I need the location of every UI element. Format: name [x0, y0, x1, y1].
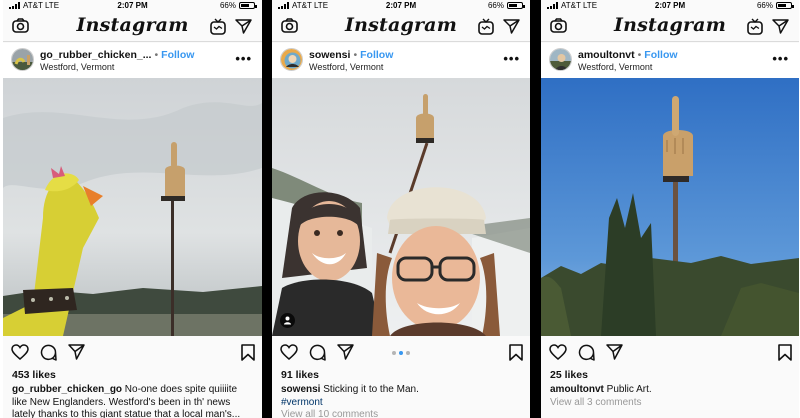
- carousel-dot: [392, 351, 396, 355]
- status-bar: AT&T LTE 2:07 PM 66%: [541, 0, 799, 11]
- location-link[interactable]: Westford, Vermont: [40, 62, 114, 72]
- comment-icon[interactable]: [40, 344, 57, 361]
- location-link[interactable]: Westford, Vermont: [578, 62, 652, 72]
- igtv-icon[interactable]: [210, 18, 226, 35]
- battery-icon: [239, 2, 257, 9]
- battery-percent: 66%: [219, 1, 236, 10]
- post-actions: [3, 338, 262, 368]
- caption-username[interactable]: sowensi: [281, 384, 320, 395]
- caption-username[interactable]: amoultonvt: [550, 384, 604, 395]
- more-options-icon[interactable]: •••: [235, 51, 252, 66]
- likes-count[interactable]: 25 likes: [550, 369, 588, 381]
- caption-text: Public Art.: [603, 384, 652, 395]
- likes-count[interactable]: 453 likes: [12, 369, 56, 381]
- battery-percent: 66%: [756, 1, 773, 10]
- username-line: go_rubber_chicken_... • Follow: [40, 49, 194, 61]
- direct-message-icon[interactable]: [772, 18, 789, 34]
- follow-button[interactable]: Follow: [644, 49, 677, 61]
- igtv-icon[interactable]: [478, 18, 494, 35]
- status-bar: AT&T LTE 2:07 PM 66%: [3, 0, 262, 11]
- carousel-indicator: [272, 351, 530, 355]
- divider: [530, 0, 541, 418]
- separator-dot: •: [637, 49, 642, 61]
- post-photo[interactable]: [541, 78, 799, 336]
- post-header: go_rubber_chicken_... • Follow Westford, V…: [3, 43, 262, 78]
- post-caption: amoultonvt Public Art. View all 3 commen…: [550, 384, 791, 409]
- status-bar: AT&T LTE 2:07 PM 66%: [272, 0, 530, 11]
- username-link[interactable]: go_rubber_chicken_...: [40, 49, 151, 61]
- top-nav-bar: Instagram: [272, 11, 530, 42]
- carousel-dot: [399, 351, 403, 355]
- top-nav-bar: Instagram: [541, 11, 799, 42]
- post-caption: sowensi Sticking it to the Man. #vermont…: [281, 384, 522, 418]
- phone-screen-3: AT&T LTE 2:07 PM 66% Instagram amoultonv…: [541, 0, 799, 418]
- post-photo[interactable]: [3, 78, 262, 336]
- bookmark-icon[interactable]: [509, 344, 523, 361]
- caption-username[interactable]: go_rubber_chicken_go: [12, 384, 122, 395]
- divider: [262, 0, 272, 418]
- heart-icon[interactable]: [549, 344, 567, 360]
- more-options-icon[interactable]: •••: [772, 51, 789, 66]
- share-icon[interactable]: [68, 344, 85, 360]
- follow-button[interactable]: Follow: [360, 49, 393, 61]
- post-header: amoultonvt • Follow Westford, Vermont •••: [541, 43, 799, 78]
- separator-dot: •: [353, 49, 358, 61]
- bookmark-icon[interactable]: [778, 344, 792, 361]
- top-nav-bar: Instagram: [3, 11, 262, 42]
- user-tag-icon[interactable]: [280, 313, 295, 328]
- bookmark-icon[interactable]: [241, 344, 255, 361]
- avatar[interactable]: [549, 48, 572, 71]
- view-comments-link[interactable]: View all 3 comments: [550, 397, 642, 408]
- username-link[interactable]: amoultonvt: [578, 49, 635, 61]
- igtv-icon[interactable]: [747, 18, 763, 35]
- phone-screen-1: AT&T LTE 2:07 PM 66% Instagram go_rubber…: [3, 0, 262, 418]
- post-photo[interactable]: [272, 78, 530, 336]
- follow-button[interactable]: Follow: [161, 49, 194, 61]
- caption-text: Sticking it to the Man.: [320, 384, 419, 395]
- battery-percent: 66%: [487, 1, 504, 10]
- direct-message-icon[interactable]: [235, 18, 252, 34]
- comment-icon[interactable]: [578, 344, 595, 361]
- username-line: amoultonvt • Follow: [578, 49, 678, 61]
- post-caption: go_rubber_chicken_go No-one does spite q…: [12, 384, 254, 418]
- post-header: sowensi • Follow Westford, Vermont •••: [272, 43, 530, 78]
- share-icon[interactable]: [606, 344, 623, 360]
- carousel-dot: [406, 351, 410, 355]
- more-options-icon[interactable]: •••: [503, 51, 520, 66]
- battery-icon: [776, 2, 794, 9]
- username-link[interactable]: sowensi: [309, 49, 350, 61]
- post-actions: [272, 338, 530, 368]
- avatar[interactable]: [11, 48, 34, 71]
- avatar[interactable]: [280, 48, 303, 71]
- username-line: sowensi • Follow: [309, 49, 393, 61]
- heart-icon[interactable]: [11, 344, 29, 360]
- view-comments-link[interactable]: View all 10 comments: [281, 409, 378, 418]
- location-link[interactable]: Westford, Vermont: [309, 62, 383, 72]
- separator-dot: •: [154, 49, 159, 61]
- phone-screen-2: AT&T LTE 2:07 PM 66% Instagram sowensi • F…: [272, 0, 530, 418]
- post-actions: [541, 338, 799, 368]
- likes-count[interactable]: 91 likes: [281, 369, 319, 381]
- battery-icon: [507, 2, 525, 9]
- direct-message-icon[interactable]: [503, 18, 520, 34]
- hashtag-link[interactable]: #vermont: [281, 397, 323, 408]
